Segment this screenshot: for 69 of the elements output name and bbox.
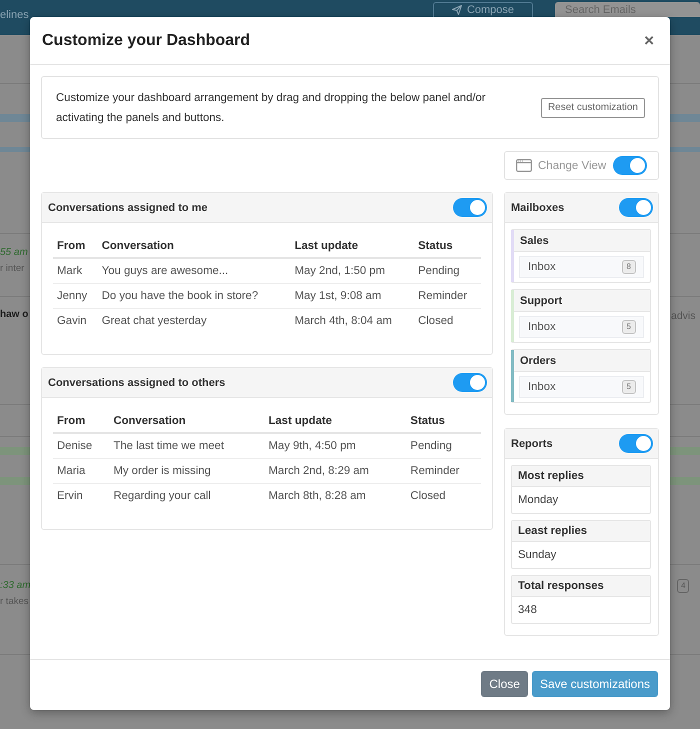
column-header: Conversation	[98, 235, 291, 258]
table-cell: Gavin	[53, 308, 98, 333]
time-text: :33 am	[0, 579, 31, 592]
report-value: Sunday	[517, 548, 558, 563]
table-cell: Ervin	[53, 484, 110, 508]
table-cell: March 8th, 8:28 am	[264, 484, 406, 508]
count-badge: 5	[622, 320, 636, 334]
column-header: Last update	[264, 410, 406, 433]
toggle-switch[interactable]	[453, 373, 487, 392]
save-button[interactable]: Save customizations	[532, 671, 658, 697]
sender-text: haw o	[0, 308, 28, 321]
reset-button[interactable]: Reset customization	[540, 98, 645, 118]
count-badge: 8	[622, 260, 636, 274]
inbox-item[interactable]: Inbox 5	[519, 376, 644, 398]
report-value: 348	[517, 603, 538, 618]
mailbox-name: Sales	[514, 230, 650, 252]
table-cell: May 2nd, 1:50 pm	[290, 258, 414, 284]
table-cell: Denise	[53, 433, 110, 458]
report-label: Most replies	[512, 466, 650, 487]
toggle-switch[interactable]	[619, 198, 653, 217]
table-cell: Maria	[53, 458, 110, 484]
count-badge: 5	[622, 380, 636, 394]
column-header: From	[53, 235, 98, 258]
panel-title: Reports	[511, 438, 553, 450]
mailbox-name: Orders	[514, 350, 650, 372]
column-header: Status	[406, 410, 481, 433]
report-value: Monday	[517, 493, 560, 508]
table-cell: Closed	[406, 484, 481, 508]
table-cell: May 1st, 9:08 am	[290, 284, 414, 308]
table-cell: March 2nd, 8:29 am	[264, 458, 406, 484]
table-cell: You guys are awesome...	[98, 258, 291, 284]
table-cell: Closed	[414, 308, 481, 333]
report-label: Total responses	[512, 576, 650, 597]
toggle-switch[interactable]	[453, 198, 487, 217]
table-cell: Pending	[414, 258, 481, 284]
inbox-item[interactable]: Inbox 5	[519, 316, 644, 338]
column-header: Last update	[290, 235, 414, 258]
nav-link[interactable]: elines	[0, 9, 29, 22]
table-cell: May 9th, 4:50 pm	[264, 433, 406, 458]
inbox-item[interactable]: Inbox 8	[519, 256, 644, 278]
table-cell: Reminder	[406, 458, 481, 484]
table-cell: Pending	[406, 433, 481, 458]
panel-title: Conversations assigned to me	[48, 202, 208, 214]
table-cell: Do you have the book in store?	[98, 284, 291, 308]
table-cell: March 4th, 8:04 am	[290, 308, 414, 333]
window-icon	[516, 159, 532, 172]
mailbox-name: Support	[514, 290, 650, 312]
time-text: 55 am	[0, 246, 28, 259]
panel-title: Conversations assigned to others	[48, 376, 226, 388]
table-cell: My order is missing	[109, 458, 264, 484]
change-view-label: Change View	[538, 160, 606, 172]
toggle-switch[interactable]	[613, 156, 647, 175]
intro-text: Customize your dashboard arrangement by drag and dropping the below panel and/or activating the panels and buttons.	[56, 90, 487, 126]
table-cell: Regarding your call	[109, 484, 264, 508]
panel-title: Mailboxes	[511, 202, 564, 214]
column-header: Status	[414, 235, 481, 258]
table-cell: Great chat yesterday	[98, 308, 291, 333]
table-cell: Reminder	[414, 284, 481, 308]
close-button[interactable]: ×	[642, 32, 656, 50]
table-cell: The last time we meet	[109, 433, 264, 458]
report-label: Least replies	[512, 521, 650, 542]
close-button[interactable]: Close	[481, 671, 528, 697]
column-header: Conversation	[109, 410, 264, 433]
column-header: From	[53, 410, 110, 433]
modal-title: Customize your Dashboard	[42, 32, 250, 50]
send-icon	[452, 5, 462, 15]
table-cell: Jenny	[53, 284, 98, 308]
table-cell: Mark	[53, 258, 98, 284]
toggle-switch[interactable]	[619, 434, 653, 453]
